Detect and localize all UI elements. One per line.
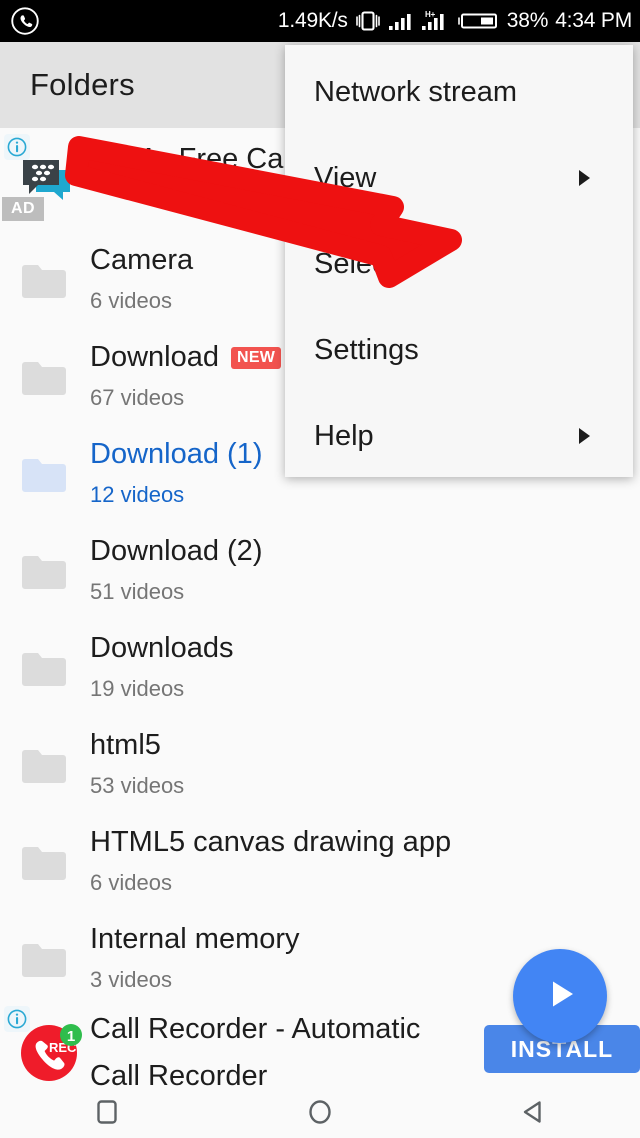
ad-title-bottom: Call Recorder - Automatic Call Recorder xyxy=(90,1013,421,1086)
signal-sim1-icon xyxy=(388,9,414,33)
network-speed-text: 1.49K/s xyxy=(277,9,348,32)
menu-item-view[interactable]: View xyxy=(285,135,633,221)
menu-item-label: View xyxy=(314,161,377,194)
recents-square-icon xyxy=(93,1098,121,1126)
folder-count: 6 videos xyxy=(90,288,172,313)
folder-name: Internal memory xyxy=(90,923,300,955)
status-bar-left xyxy=(10,6,40,36)
folder-name: HTML5 canvas drawing app xyxy=(90,826,452,858)
folder-icon xyxy=(22,943,66,977)
folder-count: 12 videos xyxy=(90,482,185,507)
folder-icon xyxy=(22,652,66,686)
battery-percent-text: 38% xyxy=(506,9,549,32)
ad-badge: AD xyxy=(2,197,44,221)
folder-row-downloads[interactable]: Downloads 19 videos xyxy=(0,620,640,717)
overflow-menu[interactable]: Network stream View Select Settings Help xyxy=(285,45,633,477)
nav-back-button[interactable] xyxy=(427,1098,640,1126)
folder-icon xyxy=(22,361,66,395)
folder-row-html5-canvas-drawing-app[interactable]: HTML5 canvas drawing app 6 videos xyxy=(0,814,640,911)
phone-screen: 1.49K/s H+ 38% 4:34 PM Folders AD BBM - … xyxy=(0,0,640,1138)
call-recorder-icon: REC 1 xyxy=(18,1018,84,1084)
play-fab-button[interactable] xyxy=(513,949,607,1043)
folder-icon xyxy=(22,555,66,589)
menu-item-network-stream[interactable]: Network stream xyxy=(285,49,633,135)
folder-name: Downloads xyxy=(90,632,234,664)
play-icon xyxy=(537,971,583,1022)
folder-name-wrap: Download NEW xyxy=(90,341,282,374)
folder-name: Download xyxy=(90,341,219,373)
status-bar-right: 1.49K/s H+ 38% 4:34 PM xyxy=(278,9,632,33)
folder-icon xyxy=(22,264,66,298)
folder-icon xyxy=(22,749,66,783)
menu-item-label: Help xyxy=(314,419,374,452)
hsplus-icon: H+ xyxy=(421,9,451,33)
folder-count: 53 videos xyxy=(90,773,185,798)
whatsapp-icon xyxy=(10,6,40,36)
menu-item-select[interactable]: Select xyxy=(285,221,633,307)
notification-count: 1 xyxy=(67,1028,75,1045)
chevron-right-icon xyxy=(577,426,593,446)
home-circle-icon xyxy=(306,1098,334,1126)
folder-name: Download (2) xyxy=(90,535,263,567)
svg-text:H+: H+ xyxy=(425,10,436,19)
folder-name: Camera xyxy=(90,244,194,276)
menu-item-help[interactable]: Help xyxy=(285,393,633,479)
folder-icon xyxy=(22,458,66,492)
folder-name: html5 xyxy=(90,729,161,761)
folder-row-download-2[interactable]: Download (2) 51 videos xyxy=(0,523,640,620)
chevron-right-icon xyxy=(577,168,593,188)
vibrate-icon xyxy=(355,9,381,33)
menu-item-label: Select xyxy=(314,247,395,280)
page-title: Folders xyxy=(30,67,135,102)
menu-item-label: Network stream xyxy=(314,75,518,108)
nav-recents-button[interactable] xyxy=(0,1098,213,1126)
folder-count: 51 videos xyxy=(90,579,185,604)
folder-count: 67 videos xyxy=(90,385,185,410)
menu-item-label: Settings xyxy=(314,333,419,366)
android-nav-bar[interactable] xyxy=(0,1086,640,1138)
status-bar: 1.49K/s H+ 38% 4:34 PM xyxy=(0,0,640,42)
folder-icon xyxy=(22,846,66,880)
clock-text: 4:34 PM xyxy=(555,9,632,32)
new-badge: NEW xyxy=(230,347,282,369)
folder-count: 6 videos xyxy=(90,870,172,895)
folder-count: 19 videos xyxy=(90,676,185,701)
nav-home-button[interactable] xyxy=(213,1098,426,1126)
folder-count: 3 videos xyxy=(90,967,172,992)
back-triangle-icon xyxy=(519,1098,547,1126)
menu-item-settings[interactable]: Settings xyxy=(285,307,633,393)
folder-row-html5[interactable]: html5 53 videos xyxy=(0,717,640,814)
battery-icon xyxy=(457,9,500,33)
folder-name: Download (1) xyxy=(90,438,263,470)
